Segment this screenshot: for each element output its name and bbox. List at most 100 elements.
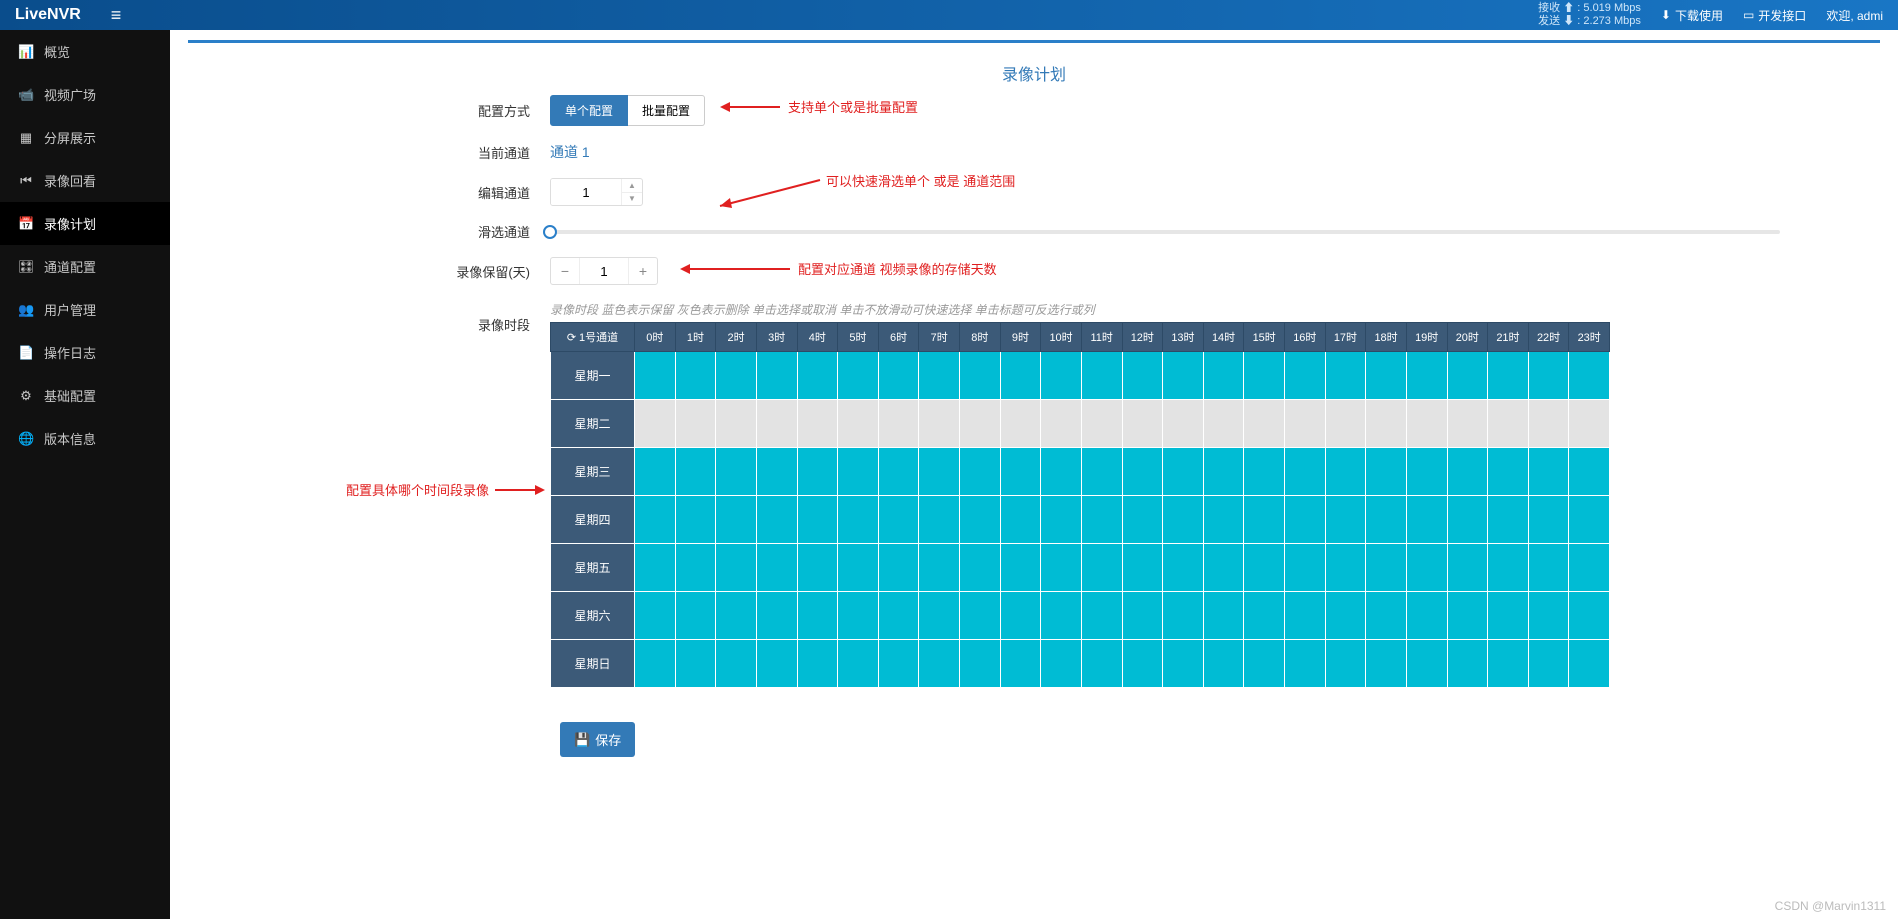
schedule-cell[interactable] [960, 496, 1001, 544]
schedule-cell[interactable] [716, 352, 757, 400]
schedule-cell[interactable] [716, 448, 757, 496]
schedule-cell[interactable] [1163, 352, 1204, 400]
schedule-cell[interactable] [1569, 352, 1610, 400]
schedule-cell[interactable] [1447, 496, 1488, 544]
hour-header[interactable]: 22时 [1528, 323, 1569, 352]
schedule-cell[interactable] [1325, 592, 1366, 640]
schedule-cell[interactable] [1122, 496, 1163, 544]
sidebar-item-0[interactable]: 📊概览 [0, 30, 170, 73]
schedule-cell[interactable] [797, 448, 838, 496]
sidebar-item-9[interactable]: 🌐版本信息 [0, 417, 170, 460]
schedule-cell[interactable] [756, 544, 797, 592]
schedule-cell[interactable] [878, 400, 919, 448]
sidebar-item-4[interactable]: 📅录像计划 [0, 202, 170, 245]
hour-header[interactable]: 13时 [1163, 323, 1204, 352]
schedule-cell[interactable] [635, 496, 676, 544]
hour-header[interactable]: 18时 [1366, 323, 1407, 352]
edit-channel-down-icon[interactable]: ▼ [622, 193, 642, 206]
schedule-cell[interactable] [919, 352, 960, 400]
schedule-cell[interactable] [1163, 640, 1204, 688]
schedule-cell[interactable] [1528, 640, 1569, 688]
day-header[interactable]: 星期六 [551, 592, 635, 640]
schedule-cell[interactable] [1041, 400, 1082, 448]
schedule-cell[interactable] [756, 592, 797, 640]
schedule-cell[interactable] [1406, 640, 1447, 688]
schedule-cell[interactable] [919, 640, 960, 688]
schedule-cell[interactable] [1203, 640, 1244, 688]
schedule-cell[interactable] [1041, 544, 1082, 592]
day-header[interactable]: 星期四 [551, 496, 635, 544]
hour-header[interactable]: 14时 [1203, 323, 1244, 352]
schedule-cell[interactable] [1366, 592, 1407, 640]
schedule-cell[interactable] [1569, 448, 1610, 496]
schedule-cell[interactable] [1488, 592, 1529, 640]
hour-header[interactable]: 5时 [838, 323, 879, 352]
schedule-cell[interactable] [960, 448, 1001, 496]
schedule-cell[interactable] [1244, 544, 1285, 592]
menu-toggle-icon[interactable]: ≡ [111, 5, 122, 26]
schedule-cell[interactable] [1244, 400, 1285, 448]
schedule-cell[interactable] [1163, 448, 1204, 496]
schedule-cell[interactable] [878, 544, 919, 592]
sidebar-item-7[interactable]: 📄操作日志 [0, 331, 170, 374]
schedule-cell[interactable] [1081, 544, 1122, 592]
schedule-cell[interactable] [1081, 640, 1122, 688]
hour-header[interactable]: 9时 [1000, 323, 1041, 352]
schedule-cell[interactable] [1000, 352, 1041, 400]
schedule-cell[interactable] [797, 496, 838, 544]
schedule-cell[interactable] [675, 496, 716, 544]
schedule-cell[interactable] [1244, 592, 1285, 640]
schedule-cell[interactable] [1163, 592, 1204, 640]
schedule-cell[interactable] [1081, 352, 1122, 400]
schedule-cell[interactable] [1203, 400, 1244, 448]
hour-header[interactable]: 16时 [1285, 323, 1326, 352]
schedule-cell[interactable] [1203, 448, 1244, 496]
schedule-cell[interactable] [716, 496, 757, 544]
schedule-cell[interactable] [635, 400, 676, 448]
schedule-cell[interactable] [838, 592, 879, 640]
schedule-cell[interactable] [635, 544, 676, 592]
schedule-cell[interactable] [797, 352, 838, 400]
schedule-cell[interactable] [1366, 352, 1407, 400]
schedule-cell[interactable] [1447, 592, 1488, 640]
hour-header[interactable]: 8时 [960, 323, 1001, 352]
schedule-cell[interactable] [1406, 544, 1447, 592]
hour-header[interactable]: 11时 [1081, 323, 1122, 352]
schedule-cell[interactable] [1041, 352, 1082, 400]
schedule-cell[interactable] [756, 352, 797, 400]
schedule-cell[interactable] [1000, 448, 1041, 496]
schedule-cell[interactable] [1041, 448, 1082, 496]
schedule-cell[interactable] [797, 544, 838, 592]
schedule-cell[interactable] [1041, 640, 1082, 688]
schedule-cell[interactable] [675, 592, 716, 640]
dev-api-button[interactable]: ▭开发接口 [1743, 7, 1806, 24]
schedule-cell[interactable] [1285, 352, 1326, 400]
schedule-cell[interactable] [1325, 448, 1366, 496]
schedule-cell[interactable] [960, 544, 1001, 592]
schedule-cell[interactable] [838, 352, 879, 400]
schedule-cell[interactable] [1488, 400, 1529, 448]
schedule-cell[interactable] [1203, 496, 1244, 544]
schedule-cell[interactable] [1366, 496, 1407, 544]
schedule-cell[interactable] [1406, 496, 1447, 544]
schedule-cell[interactable] [1488, 640, 1529, 688]
hour-header[interactable]: 1时 [675, 323, 716, 352]
schedule-cell[interactable] [635, 352, 676, 400]
hour-header[interactable]: 19时 [1406, 323, 1447, 352]
schedule-cell[interactable] [1569, 400, 1610, 448]
schedule-cell[interactable] [1325, 496, 1366, 544]
schedule-cell[interactable] [1122, 352, 1163, 400]
schedule-cell[interactable] [838, 400, 879, 448]
hour-header[interactable]: 0时 [635, 323, 676, 352]
schedule-cell[interactable] [1081, 592, 1122, 640]
edit-channel-up-icon[interactable]: ▲ [622, 179, 642, 193]
schedule-cell[interactable] [1000, 640, 1041, 688]
schedule-cell[interactable] [1000, 496, 1041, 544]
save-button[interactable]: 💾 保存 [560, 722, 635, 757]
schedule-cell[interactable] [756, 640, 797, 688]
schedule-cell[interactable] [1569, 496, 1610, 544]
schedule-cell[interactable] [878, 448, 919, 496]
schedule-cell[interactable] [1000, 544, 1041, 592]
hour-header[interactable]: 3时 [756, 323, 797, 352]
hour-header[interactable]: 23时 [1569, 323, 1610, 352]
